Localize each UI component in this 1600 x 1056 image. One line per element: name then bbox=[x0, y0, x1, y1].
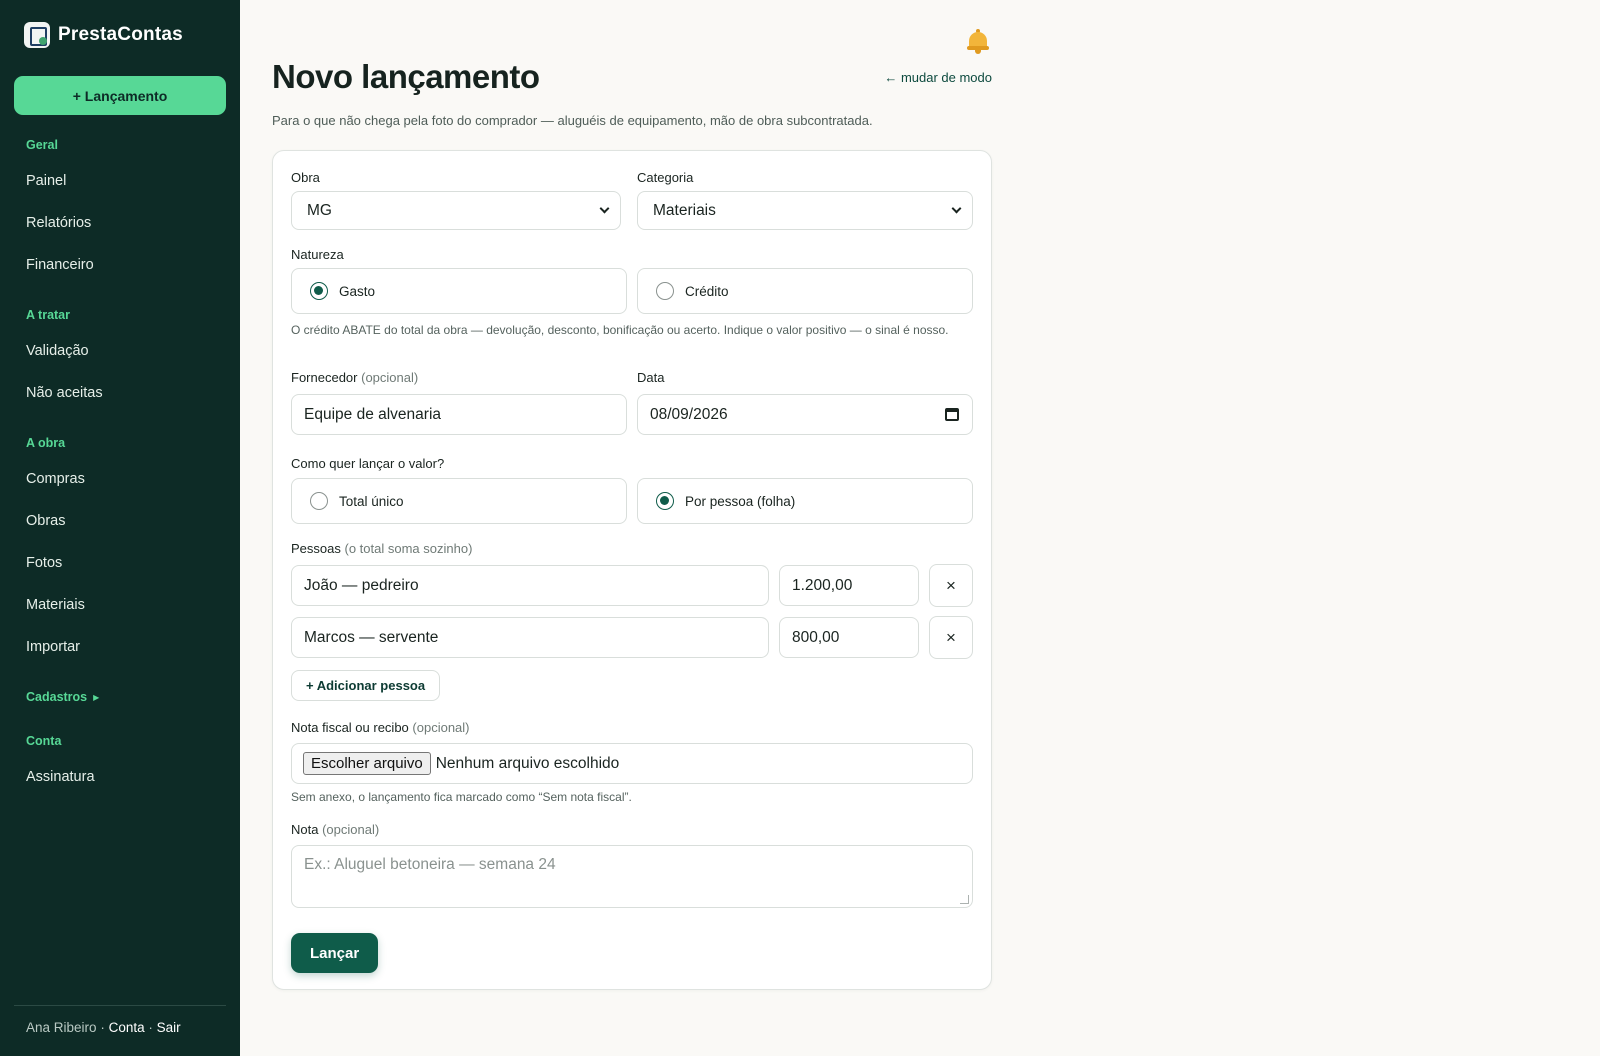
sidebar-item-relatorios[interactable]: Relatórios bbox=[0, 202, 240, 244]
sidebar-item-painel[interactable]: Painel bbox=[0, 160, 240, 202]
person-name-input[interactable]: João — pedreiro bbox=[291, 565, 769, 606]
nota-textarea[interactable]: Ex.: Aluguel betoneira — semana 24 bbox=[291, 845, 973, 908]
categoria-value: Materiais bbox=[653, 201, 716, 219]
nav-section-conta: Conta bbox=[26, 734, 62, 748]
brand[interactable]: PrestaContas bbox=[24, 22, 183, 48]
categoria-label: Categoria bbox=[637, 170, 694, 185]
obra-value: MG bbox=[307, 201, 332, 219]
sidebar: PrestaContas + Lançamento Geral Painel R… bbox=[0, 0, 240, 1056]
sidebar-item-nao-aceitas[interactable]: Não aceitas bbox=[0, 372, 240, 414]
app-name: PrestaContas bbox=[58, 24, 183, 45]
choose-file-button[interactable]: Escolher arquivo bbox=[303, 752, 431, 775]
anexo-help: Sem anexo, o lançamento fica marcado com… bbox=[291, 790, 632, 804]
person-amount-input[interactable]: 800,00 bbox=[779, 617, 919, 658]
close-icon: × bbox=[946, 575, 956, 595]
sidebar-item-compras[interactable]: Compras bbox=[0, 458, 240, 500]
bell-icon[interactable] bbox=[966, 28, 990, 54]
nav-section-cadastros[interactable]: Cadastros ▶ bbox=[0, 682, 240, 712]
chevron-down-icon bbox=[951, 203, 962, 214]
sidebar-item-assinatura[interactable]: Assinatura bbox=[0, 756, 240, 798]
sidebar-item-obras[interactable]: Obras bbox=[0, 500, 240, 542]
natureza-option-gasto[interactable]: Gasto bbox=[291, 268, 627, 314]
sidebar-item-validacao[interactable]: Validação bbox=[0, 330, 240, 372]
nav-section-a-obra: A obra bbox=[26, 436, 66, 450]
radio-checked-icon bbox=[656, 492, 674, 510]
user-name: Ana Ribeiro bbox=[26, 1020, 97, 1035]
remove-person-button[interactable]: × bbox=[929, 564, 973, 607]
sidebar-item-importar[interactable]: Importar bbox=[0, 626, 240, 668]
natureza-help: O crédito ABATE do total da obra — devol… bbox=[291, 323, 949, 337]
modo-option-total[interactable]: Total único bbox=[291, 478, 627, 524]
obra-label: Obra bbox=[291, 170, 320, 185]
new-entry-button[interactable]: + Lançamento bbox=[14, 76, 226, 115]
person-name-input[interactable]: Marcos — servente bbox=[291, 617, 769, 658]
logout-link[interactable]: Sair bbox=[157, 1020, 181, 1035]
remove-person-button[interactable]: × bbox=[929, 616, 973, 659]
fornecedor-input[interactable]: Equipe de alvenaria bbox=[291, 394, 627, 435]
nav-section-geral: Geral bbox=[26, 138, 58, 152]
sidebar-nav: Geral Painel Relatórios Financeiro A tra… bbox=[0, 130, 240, 798]
sidebar-item-fotos[interactable]: Fotos bbox=[0, 542, 240, 584]
radio-unchecked-icon bbox=[656, 282, 674, 300]
account-link[interactable]: Conta bbox=[109, 1020, 145, 1035]
option-label: Total único bbox=[339, 493, 404, 509]
date-input[interactable]: 08/09/2026 bbox=[637, 394, 973, 435]
nav-section-cadastros-label: Cadastros bbox=[26, 690, 88, 704]
chevron-down-icon bbox=[599, 203, 610, 214]
page-title: Novo lançamento bbox=[272, 58, 540, 95]
pessoas-label: Pessoas (o total soma sozinho) bbox=[291, 541, 473, 556]
file-status: Nenhum arquivo escolhido bbox=[435, 754, 620, 772]
option-label: Por pessoa (folha) bbox=[685, 493, 796, 509]
footer-separator: · bbox=[148, 1020, 153, 1035]
date-value: 08/09/2026 bbox=[650, 405, 728, 423]
resize-handle-icon[interactable] bbox=[960, 895, 969, 904]
data-label: Data bbox=[637, 370, 665, 385]
option-label: Crédito bbox=[685, 283, 729, 299]
natureza-label: Natureza bbox=[291, 247, 344, 262]
obra-select[interactable]: MG bbox=[291, 191, 621, 230]
caret-right-icon: ▶ bbox=[93, 692, 100, 702]
fornecedor-label: Fornecedor (opcional) bbox=[291, 370, 419, 385]
nav-section-a-tratar: A tratar bbox=[26, 308, 70, 322]
add-person-button[interactable]: + Adicionar pessoa bbox=[291, 670, 441, 701]
nota-placeholder: Ex.: Aluguel betoneira — semana 24 bbox=[304, 856, 556, 873]
change-mode-link[interactable]: ← mudar de modo bbox=[884, 70, 992, 85]
close-icon: × bbox=[946, 627, 956, 647]
footer-separator: · bbox=[100, 1020, 105, 1035]
modo-option-por-pessoa[interactable]: Por pessoa (folha) bbox=[637, 478, 973, 524]
logo-icon bbox=[24, 22, 50, 48]
submit-button[interactable]: Lançar bbox=[291, 933, 379, 973]
categoria-select[interactable]: Materiais bbox=[637, 191, 973, 230]
option-label: Gasto bbox=[339, 283, 376, 299]
page-subtitle: Para o que não chega pela foto do compra… bbox=[272, 113, 873, 128]
calendar-icon[interactable] bbox=[945, 408, 959, 421]
sidebar-item-materiais[interactable]: Materiais bbox=[0, 584, 240, 626]
file-input[interactable]: Escolher arquivo Nenhum arquivo escolhid… bbox=[291, 743, 973, 784]
modo-valor-label: Como quer lançar o valor? bbox=[291, 456, 445, 471]
sidebar-item-financeiro[interactable]: Financeiro bbox=[0, 244, 240, 286]
person-amount-input[interactable]: 1.200,00 bbox=[779, 565, 919, 606]
sidebar-footer: Ana Ribeiro · Conta · Sair bbox=[14, 1005, 226, 1035]
anexo-label: Nota fiscal ou recibo (opcional) bbox=[291, 720, 470, 735]
radio-unchecked-icon bbox=[310, 492, 328, 510]
radio-checked-icon bbox=[310, 282, 328, 300]
nota-label: Nota (opcional) bbox=[291, 822, 380, 837]
entry-form: Obra MG Categoria Materiais Natureza Gas… bbox=[272, 150, 992, 990]
natureza-option-credito[interactable]: Crédito bbox=[637, 268, 973, 314]
